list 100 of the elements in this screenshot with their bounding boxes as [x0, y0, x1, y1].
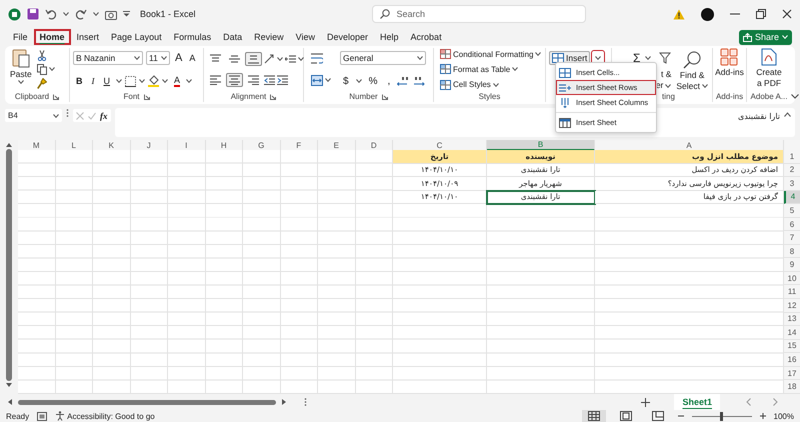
- italic-button[interactable]: I: [88, 74, 98, 88]
- grid-icon[interactable]: [552, 53, 564, 63]
- caret-icon[interactable]: [645, 56, 652, 60]
- caret-icon[interactable]: [162, 79, 168, 83]
- font-size-dropdown[interactable]: 11: [146, 51, 170, 65]
- menu-tab[interactable]: Home: [34, 30, 70, 44]
- page-break-icon[interactable]: [652, 411, 664, 421]
- excel-logo-icon[interactable]: [8, 8, 21, 20]
- caret-icon[interactable]: [298, 56, 304, 61]
- menu-tab[interactable]: File: [8, 30, 33, 44]
- collapse-ribbon-icon[interactable]: [791, 94, 799, 99]
- row-number[interactable]: 2: [784, 164, 800, 178]
- row-number[interactable]: 9: [784, 258, 800, 272]
- collapse-icon[interactable]: [784, 112, 791, 117]
- increase-font-button[interactable]: A: [173, 51, 184, 65]
- align-button[interactable]: [207, 73, 224, 88]
- align-button[interactable]: [226, 73, 243, 88]
- row-number[interactable]: 7: [784, 231, 800, 245]
- caret-icon[interactable]: [139, 79, 145, 83]
- row-number[interactable]: 5: [784, 204, 800, 218]
- zoom-out-icon[interactable]: [678, 413, 684, 419]
- number-format-button[interactable]: ,: [384, 74, 394, 88]
- find-select-button[interactable]: Find & Select: [674, 51, 710, 91]
- increase-indent-icon[interactable]: [277, 75, 288, 86]
- grid-icon[interactable]: [588, 411, 600, 421]
- paste-button[interactable]: Paste: [8, 48, 34, 91]
- bold-button[interactable]: B: [73, 74, 86, 88]
- text-orientation-icon[interactable]: [264, 54, 275, 64]
- row-number[interactable]: 13: [784, 312, 800, 326]
- column-header[interactable]: B: [487, 140, 595, 151]
- menu-tab[interactable]: View: [290, 30, 320, 44]
- insert-dropdown-button[interactable]: [592, 51, 604, 65]
- align-bottom-icon[interactable]: [248, 54, 259, 64]
- filter-icon[interactable]: [659, 52, 672, 64]
- row-number[interactable]: 14: [784, 326, 800, 340]
- number-format-button[interactable]: $: [340, 74, 352, 88]
- font-color-button[interactable]: A: [171, 74, 184, 88]
- share-button[interactable]: Share: [738, 30, 792, 44]
- create-pdf-button[interactable]: Create a PDF: [754, 48, 784, 91]
- styles-button[interactable]: Cell Styles: [437, 78, 502, 91]
- scroll-left-icon[interactable]: [8, 399, 12, 405]
- caret-icon[interactable]: [356, 79, 362, 83]
- font-name-dropdown[interactable]: B Nazanin: [73, 51, 143, 65]
- grid-icon[interactable]: [559, 68, 571, 78]
- scrollbar-thumb[interactable]: [18, 400, 276, 404]
- name-box[interactable]: B4: [5, 109, 62, 122]
- copy-icon[interactable]: [36, 64, 47, 75]
- brush-icon[interactable]: [36, 78, 47, 90]
- row-number[interactable]: 4: [784, 190, 800, 204]
- save-icon[interactable]: [27, 8, 39, 20]
- scissors-icon[interactable]: [36, 50, 47, 61]
- menu-tab[interactable]: Formulas: [168, 30, 216, 44]
- menu-tab[interactable]: Developer: [322, 30, 374, 44]
- row-number[interactable]: 6: [784, 218, 800, 232]
- menu-tab[interactable]: Insert: [72, 30, 104, 44]
- align-right-icon[interactable]: [248, 75, 259, 86]
- menu-tab[interactable]: Help: [375, 30, 404, 44]
- zoom-slider-thumb[interactable]: [720, 412, 724, 420]
- increase-decimal-icon[interactable]: [397, 76, 410, 86]
- caret-icon[interactable]: [665, 84, 672, 88]
- align-button[interactable]: [245, 52, 262, 66]
- zoom-in-icon[interactable]: [760, 413, 766, 419]
- dialog-launcher-icon[interactable]: [270, 94, 276, 100]
- page-layout-icon[interactable]: [620, 411, 632, 421]
- underline-button[interactable]: U: [100, 74, 113, 88]
- borders-icon[interactable]: [125, 76, 136, 86]
- scroll-right-icon[interactable]: [282, 399, 286, 405]
- insert-rows-icon[interactable]: [559, 82, 571, 92]
- styles-button[interactable]: Format as Table: [437, 63, 522, 76]
- sheet-tab[interactable]: Sheet1: [674, 394, 720, 410]
- row-number[interactable]: 16: [784, 353, 800, 367]
- caret-icon[interactable]: [63, 12, 69, 16]
- close-icon[interactable]: [782, 9, 792, 19]
- menu-tab[interactable]: Acrobat: [406, 30, 447, 44]
- decrease-font-button[interactable]: A: [187, 51, 198, 65]
- zoom-level[interactable]: 100%: [774, 412, 794, 420]
- row-number[interactable]: 10: [784, 272, 800, 286]
- macro-icon[interactable]: [37, 412, 48, 420]
- restore-icon[interactable]: [756, 9, 766, 19]
- caret-icon[interactable]: [93, 12, 99, 16]
- avatar[interactable]: [701, 8, 714, 20]
- add-ins-button[interactable]: Add-ins: [713, 48, 746, 91]
- accessibility-status[interactable]: Accessibility: Good to go: [67, 412, 155, 420]
- dialog-launcher-icon[interactable]: [53, 94, 60, 100]
- menu-tab[interactable]: Data: [218, 30, 248, 44]
- row-number[interactable]: 11: [784, 285, 800, 300]
- caret-icon[interactable]: [277, 56, 283, 61]
- row-number[interactable]: 12: [784, 299, 800, 313]
- search-field[interactable]: Search: [372, 5, 586, 23]
- caret-icon[interactable]: [116, 79, 122, 83]
- redo-icon[interactable]: [75, 8, 87, 20]
- row-number[interactable]: 3: [784, 177, 800, 191]
- next-sheet-icon[interactable]: [773, 398, 778, 406]
- number-format-button[interactable]: %: [366, 74, 380, 88]
- more-icon[interactable]: [66, 108, 69, 118]
- text-direction-icon[interactable]: [285, 54, 296, 64]
- accessibility-icon[interactable]: [55, 411, 66, 421]
- previous-sheet-icon[interactable]: [746, 398, 751, 406]
- dialog-launcher-icon[interactable]: [144, 94, 150, 100]
- dialog-launcher-icon[interactable]: [382, 94, 388, 100]
